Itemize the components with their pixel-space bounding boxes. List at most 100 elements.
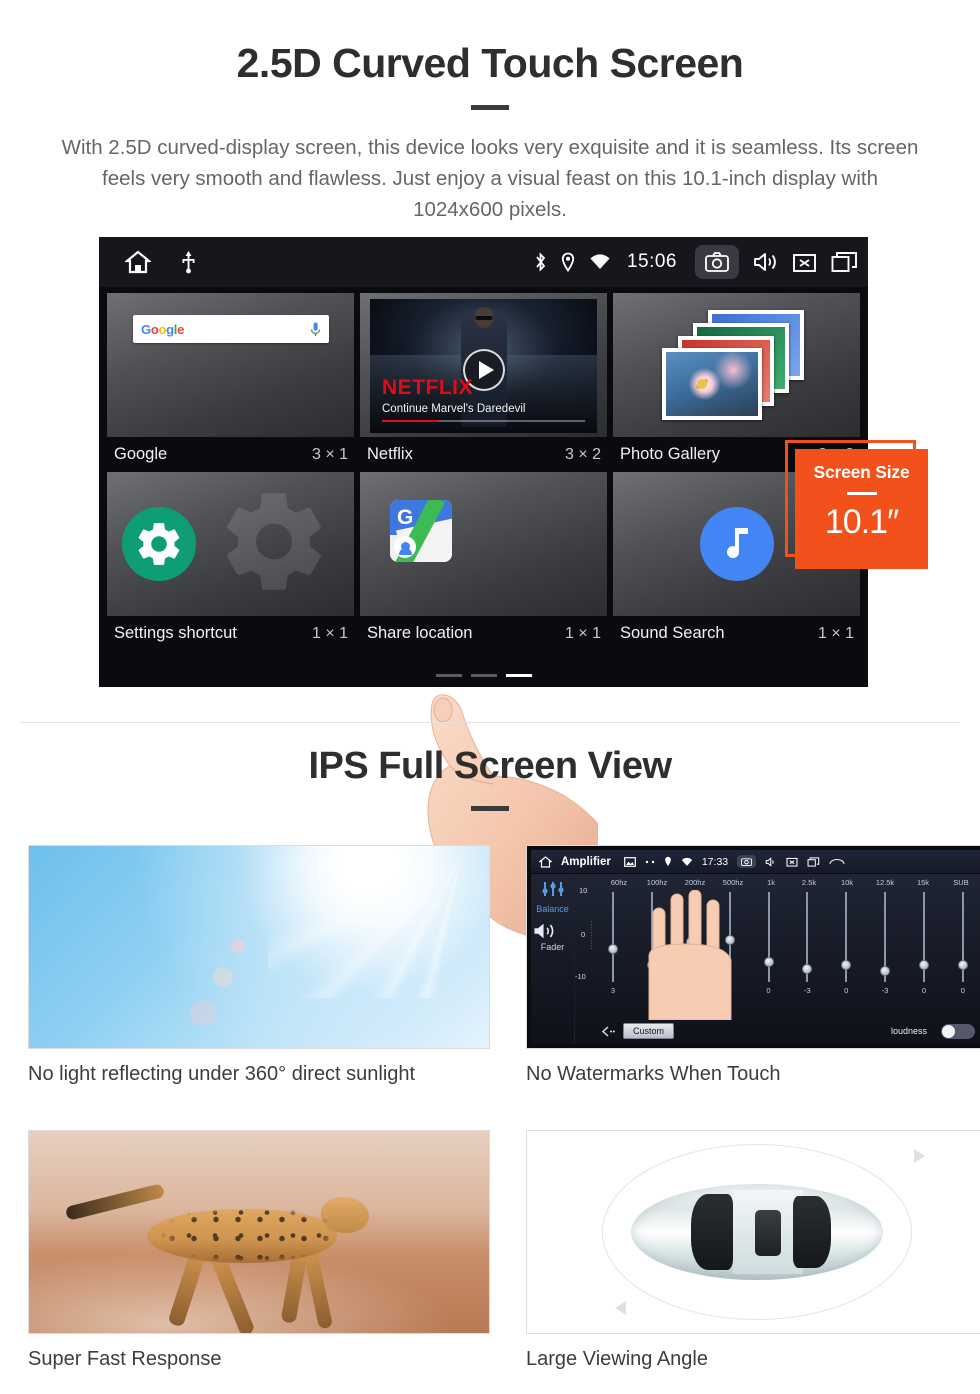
loudness-toggle[interactable] (941, 1023, 975, 1039)
gear-icon-watermark (214, 482, 334, 607)
recent-apps-icon[interactable] (831, 251, 858, 273)
feature-caption: Large Viewing Angle (526, 1348, 708, 1370)
microphone-icon[interactable] (310, 322, 321, 337)
google-maps-icon[interactable]: G (390, 500, 452, 562)
volume-icon[interactable] (765, 856, 777, 867)
band-label: 15k (916, 878, 930, 887)
amplifier-footer: Custom loudness (601, 1023, 975, 1039)
netflix-logo: NETFLIX (382, 376, 473, 399)
title-divider (471, 105, 509, 110)
home-icon[interactable] (125, 250, 151, 274)
amplifier-clock: 17:33 (701, 855, 729, 868)
rotation-arrow-top (914, 1149, 925, 1163)
close-icon[interactable] (786, 857, 798, 867)
usb-icon[interactable] (181, 250, 196, 274)
scale-bottom: -10 (575, 972, 586, 981)
gallery-row-1: No light reflecting under 360° direct su… (0, 845, 980, 1086)
back-icon[interactable] (829, 857, 845, 867)
recent-apps-icon[interactable] (807, 856, 820, 867)
windshield-front (691, 1194, 733, 1270)
widget-name: Photo Gallery (620, 445, 720, 463)
android-head-unit-screen[interactable]: 15:06 Google Google 3 × 1 NETFLIX Contin… (99, 237, 868, 687)
fader-label[interactable]: Fader (531, 942, 574, 952)
section-curved-touch-screen: 2.5D Curved Touch Screen With 2.5D curve… (0, 0, 980, 942)
camera-icon[interactable] (695, 245, 739, 279)
band-label: 1k (767, 878, 775, 887)
fader-icon[interactable] (531, 921, 574, 941)
page-root: 2.5D Curved Touch Screen With 2.5D curve… (0, 0, 980, 1394)
location-icon (561, 252, 575, 272)
widget-netflix[interactable]: NETFLIX Continue Marvel's Daredevil Netf… (360, 293, 607, 472)
feature-card-viewing-angle: Large Viewing Angle (526, 1130, 980, 1371)
status-clock: 15:06 (626, 251, 677, 272)
volume-icon[interactable] (753, 251, 778, 273)
band-label: 100hz (646, 878, 668, 887)
equalizer-panel[interactable]: 60hz 100hz 200hz 500hz 1k 2.5k 10k 12.5k (575, 874, 980, 1044)
feature-card-no-watermarks: Amplifier 17:33 Balance Fader 60hz 100hz… (526, 845, 980, 1086)
camera-icon[interactable] (737, 855, 757, 868)
search-input[interactable]: Google (133, 315, 329, 343)
band-label: 2.5k (801, 878, 817, 887)
section-ips-full-screen-view: IPS Full Screen View No light reflecting… (0, 745, 980, 1370)
status-bar: 15:06 (99, 237, 868, 287)
music-note-icon[interactable] (699, 507, 774, 581)
more-icon[interactable] (645, 860, 655, 864)
widget-settings-shortcut[interactable]: Settings shortcut 1 × 1 (107, 472, 354, 651)
band-value: 0 (844, 986, 849, 995)
scale-zero: 0 (581, 930, 586, 939)
widget-size: 1 × 1 (817, 624, 854, 642)
band-value: 3 (610, 986, 616, 995)
photo-gallery-widget[interactable] (613, 293, 860, 437)
page-dot-active[interactable] (505, 674, 532, 677)
section2-title: IPS Full Screen View (308, 745, 672, 787)
feature-card-fast-response: Super Fast Response (28, 1130, 490, 1371)
equalizer-slider[interactable] (795, 892, 819, 982)
page-indicator[interactable] (99, 674, 868, 677)
section-description: With 2.5D curved-display screen, this de… (61, 136, 919, 221)
band-value: 0 (960, 986, 965, 995)
widget-name: Netflix (367, 445, 413, 463)
equalizer-slider[interactable] (873, 892, 897, 982)
equalizer-slider[interactable] (912, 892, 936, 982)
equalizer-slider[interactable] (834, 892, 858, 982)
device-showcase: 15:06 Google Google 3 × 1 NETFLIX Contin… (0, 237, 980, 942)
share-location-widget[interactable]: G (360, 472, 607, 616)
close-icon[interactable] (792, 252, 817, 273)
band-label: 200hz (684, 878, 706, 887)
gallery-icon[interactable] (623, 856, 636, 867)
band-label: 60hz (610, 878, 628, 887)
widget-label: Sound Search 1 × 1 (613, 616, 860, 651)
home-icon[interactable] (539, 855, 552, 868)
netflix-widget[interactable]: NETFLIX Continue Marvel's Daredevil (360, 293, 607, 437)
wifi-icon (589, 253, 611, 271)
character-sunglasses (475, 316, 492, 320)
widget-share-location[interactable]: G Share location 1 × 1 (360, 472, 607, 651)
balance-label[interactable]: Balance (531, 904, 574, 914)
google-search-widget[interactable]: Google (107, 293, 354, 437)
feature-caption: No Watermarks When Touch (526, 1063, 781, 1085)
gallery-row-2: Super Fast Response Large Viewing Angle (0, 1130, 980, 1371)
widget-label: Share location 1 × 1 (360, 616, 607, 651)
band-label: SUB (953, 878, 969, 887)
settings-widget[interactable] (107, 472, 354, 616)
widget-google[interactable]: Google Google 3 × 1 (107, 293, 354, 472)
widget-size: 1 × 1 (311, 624, 348, 642)
page-dot[interactable] (470, 674, 497, 677)
page-dot[interactable] (435, 674, 462, 677)
widget-size: 3 × 2 (564, 445, 601, 463)
gear-icon[interactable] (122, 507, 196, 581)
equalizer-slider[interactable] (951, 892, 975, 982)
widget-size: 1 × 1 (564, 624, 601, 642)
widget-label: Netflix 3 × 2 (360, 437, 607, 472)
windshield-rear (793, 1196, 831, 1268)
preset-button[interactable]: Custom (623, 1023, 675, 1039)
band-value: -3 (804, 986, 811, 995)
equalizer-slider[interactable] (757, 892, 781, 982)
widget-name: Sound Search (620, 624, 725, 642)
previous-preset-icon[interactable] (601, 1025, 615, 1037)
balance-icon[interactable] (541, 880, 565, 898)
amplifier-side-menu: Balance Fader (531, 874, 575, 1044)
equalizer-slider[interactable] (601, 892, 625, 982)
car-body (631, 1184, 883, 1280)
person-avatar-icon (394, 536, 416, 558)
